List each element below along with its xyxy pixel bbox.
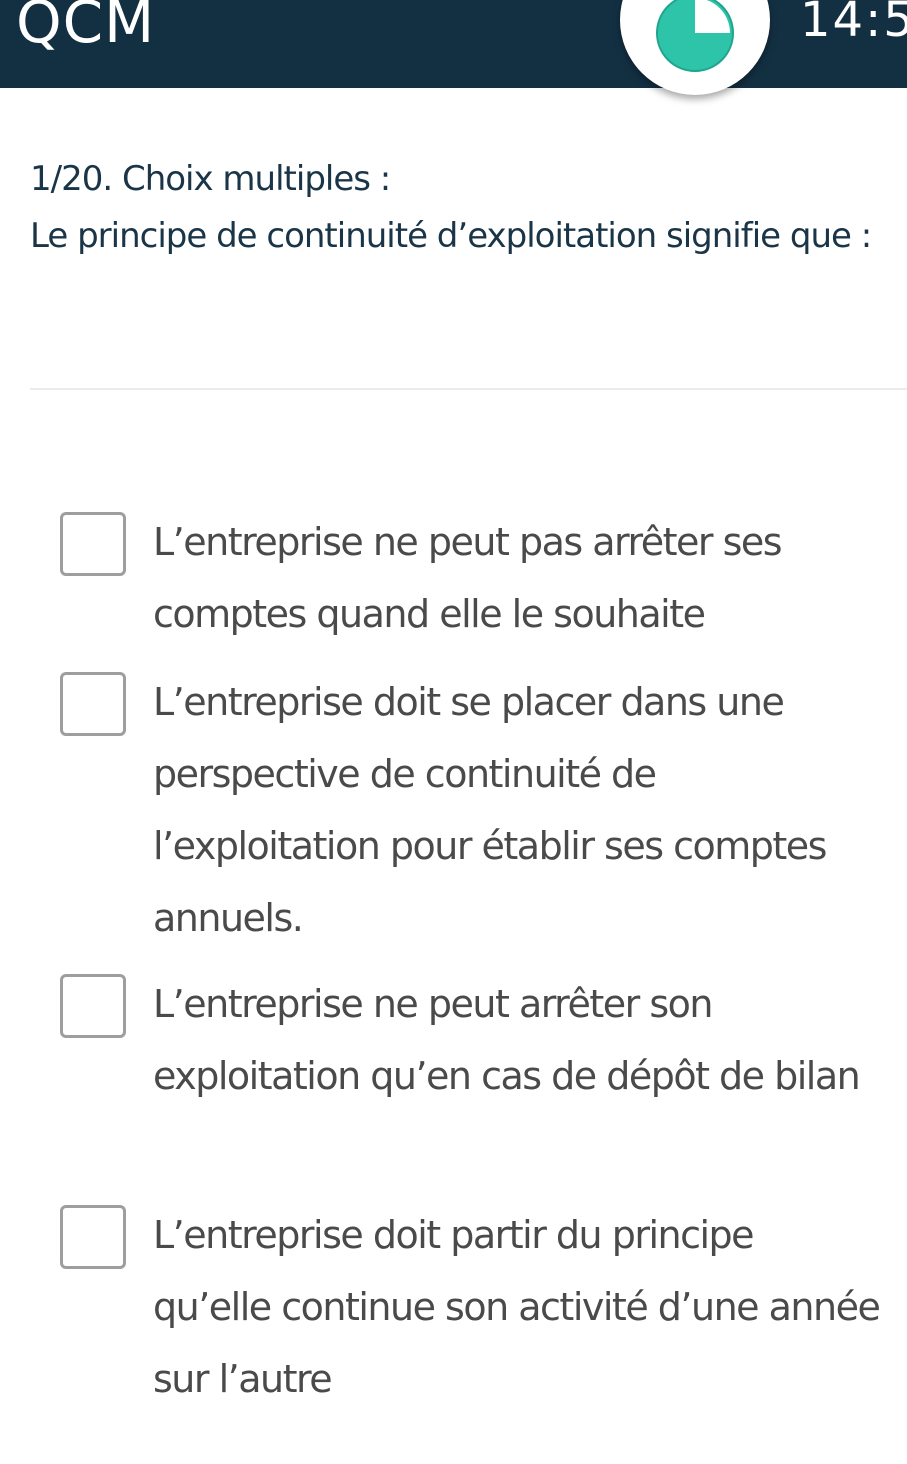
question-text: Le principe de continuité d’exploitation… <box>30 216 872 256</box>
answer-checkbox[interactable] <box>60 672 126 736</box>
question-number: 1/20. Choix multiples : <box>30 159 391 199</box>
answer-label[interactable]: L’entreprise ne peut arrêter son exploit… <box>153 968 880 1112</box>
app-header: QCM 14:5 <box>0 0 907 95</box>
question-block: 1/20. Choix multiples : Le principe de c… <box>30 152 880 266</box>
clock-pie-icon <box>656 0 734 72</box>
answer-checkbox[interactable] <box>60 974 126 1038</box>
answer-label[interactable]: L’entreprise doit se placer dans une per… <box>153 666 880 954</box>
answer-label[interactable]: L’entreprise ne peut pas arrêter ses com… <box>153 506 880 650</box>
timer-badge <box>620 0 770 95</box>
answer-checkbox[interactable] <box>60 1205 126 1269</box>
app-title: QCM <box>16 0 156 56</box>
timer-readout: 14:5 <box>800 0 907 48</box>
divider <box>30 388 907 390</box>
answer-label[interactable]: L’entreprise doit partir du principe qu’… <box>153 1199 881 1415</box>
answer-checkbox[interactable] <box>60 512 126 576</box>
